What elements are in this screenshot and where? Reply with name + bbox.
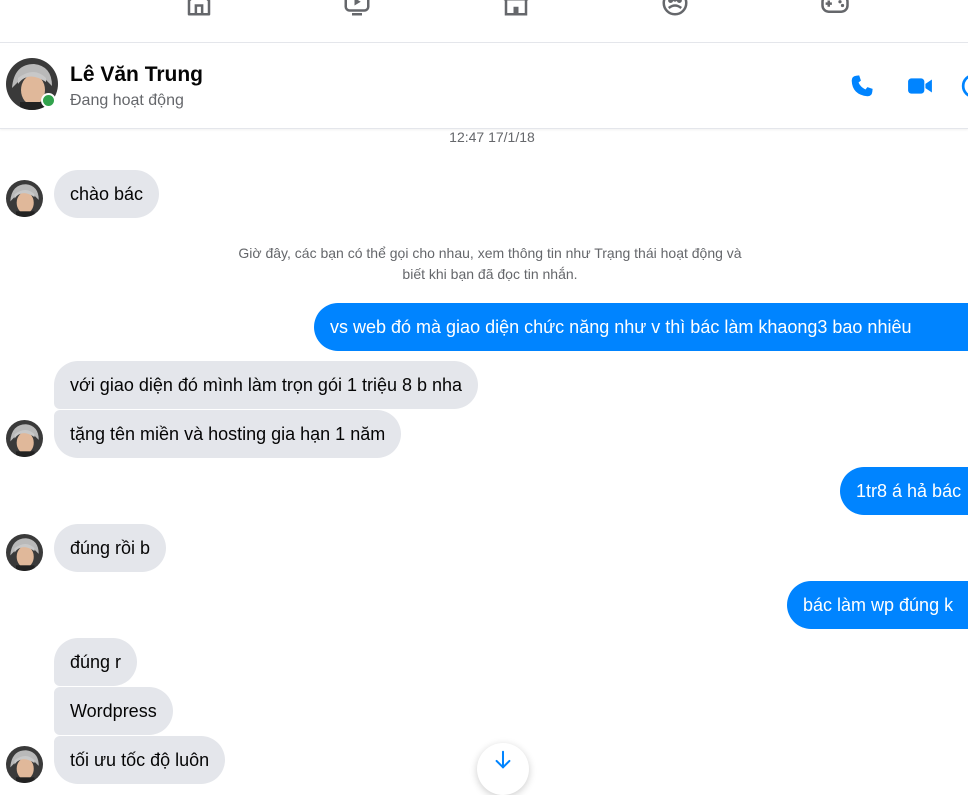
contact-avatar-small[interactable] — [6, 420, 43, 457]
top-navigation — [0, 0, 968, 43]
message-bubble-outgoing[interactable]: 1tr8 á hả bác — [840, 467, 968, 515]
groups-icon[interactable] — [658, 0, 692, 20]
message-bubble-incoming[interactable]: tối ưu tốc độ luôn — [54, 736, 226, 784]
system-note-line: Giờ đây, các bạn có thể gọi cho nhau, xe… — [238, 245, 742, 261]
marketplace-icon[interactable] — [499, 0, 533, 20]
contact-avatar-small[interactable] — [6, 534, 43, 571]
message-bubble-incoming[interactable]: đúng r — [54, 638, 138, 686]
phone-icon[interactable] — [848, 72, 876, 100]
message-bubble-outgoing[interactable]: bác làm wp đúng k — [787, 581, 968, 629]
contact-status: Đang hoạt động — [70, 92, 184, 109]
gaming-icon[interactable] — [818, 0, 852, 20]
message-bubble-incoming[interactable]: với giao diện đó mình làm trọn gói 1 tri… — [54, 361, 479, 409]
message-bubble-outgoing[interactable]: vs web đó mà giao diện chức năng như v t… — [314, 303, 968, 351]
online-status-dot — [41, 93, 56, 108]
info-icon[interactable] — [960, 72, 968, 100]
home-icon[interactable] — [182, 0, 216, 20]
conversation-timestamp: 12:47 17/1/18 — [449, 129, 535, 145]
chat-header: Lê Văn Trung Đang hoạt động — [0, 46, 968, 129]
message-bubble-incoming[interactable]: đúng rồi b — [54, 524, 167, 572]
system-note: Giờ đây, các bạn có thể gọi cho nhau, xe… — [180, 243, 800, 285]
arrow-down-icon — [495, 750, 511, 769]
message-bubble-incoming[interactable]: Wordpress — [54, 687, 173, 735]
scroll-to-bottom-button[interactable] — [477, 743, 529, 795]
contact-name[interactable]: Lê Văn Trung — [70, 63, 203, 87]
contact-avatar-small[interactable] — [6, 180, 43, 217]
watch-icon[interactable] — [340, 0, 374, 20]
message-bubble-incoming[interactable]: tặng tên miền và hosting gia hạn 1 năm — [54, 410, 402, 458]
message-bubble-incoming[interactable]: chào bác — [54, 170, 160, 218]
contact-avatar-small[interactable] — [6, 746, 43, 783]
video-icon[interactable] — [906, 72, 934, 100]
system-note-line: biết khi bạn đã đọc tin nhắn. — [402, 266, 578, 282]
